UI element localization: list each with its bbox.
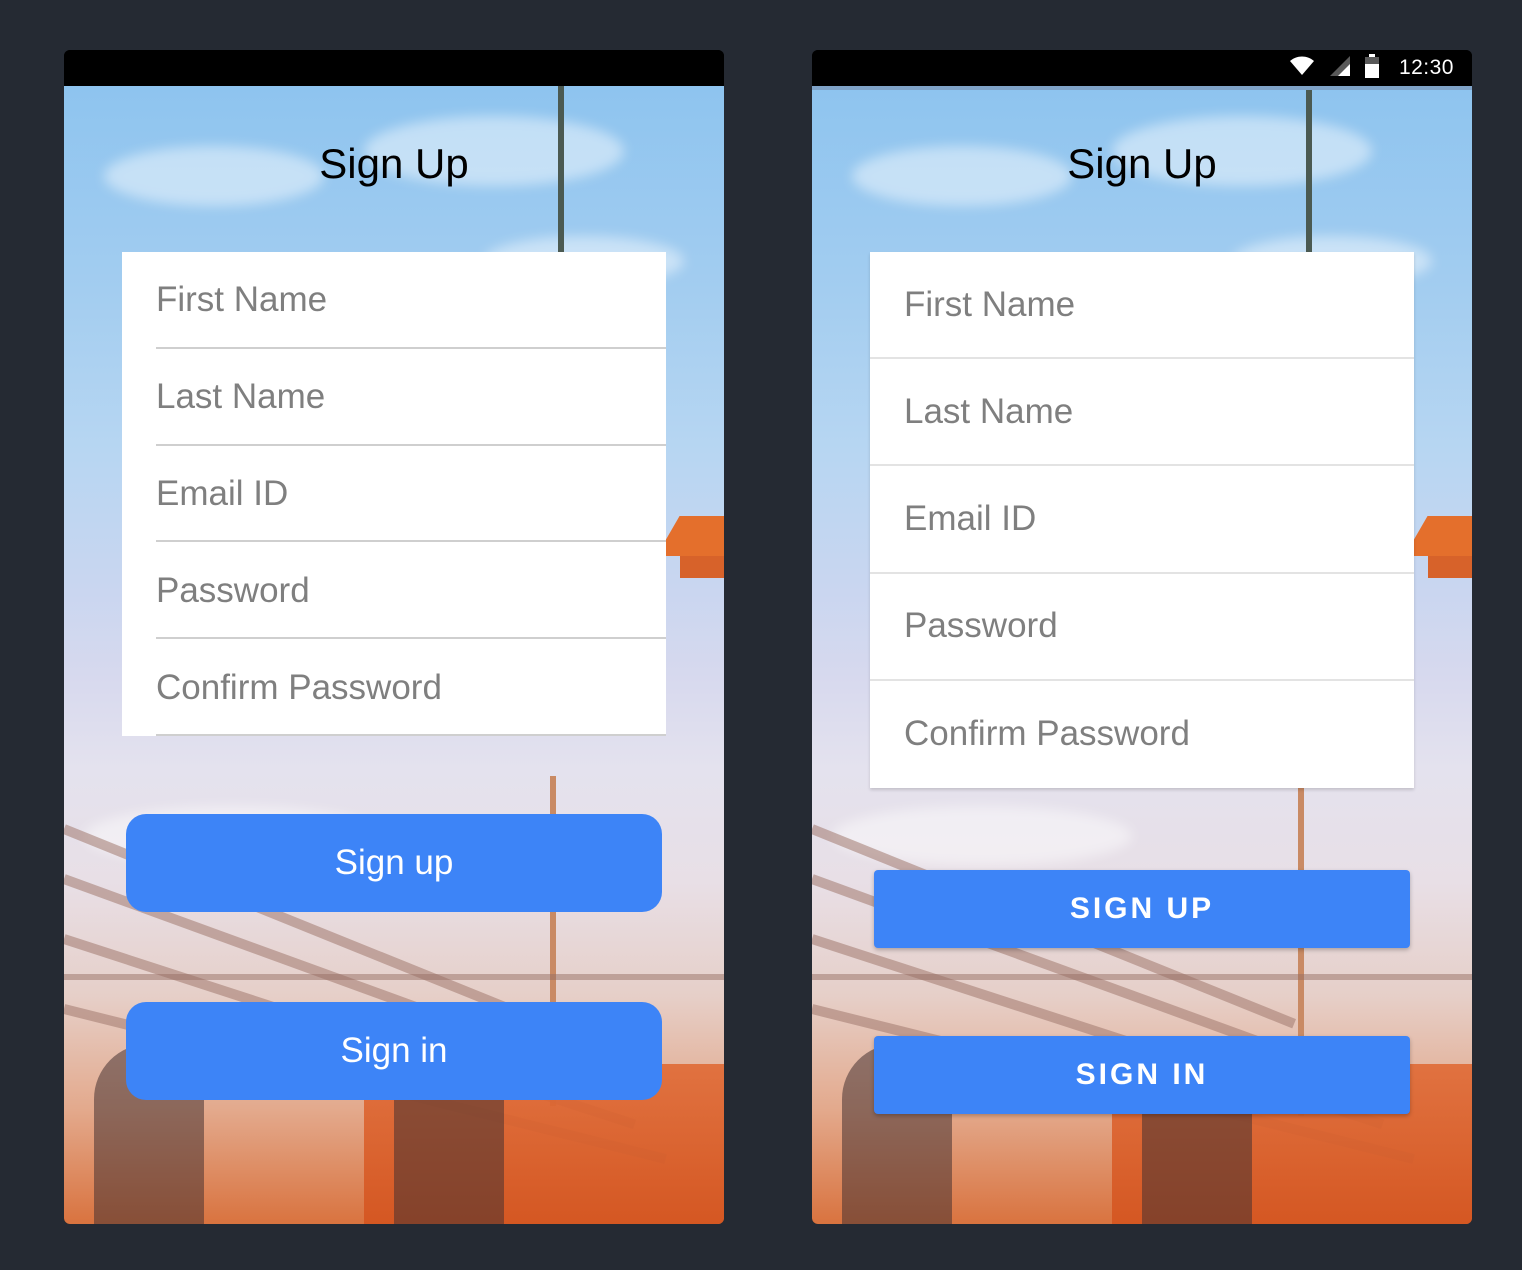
confirm-password-input[interactable]	[904, 680, 1384, 788]
password-row	[870, 573, 1414, 681]
status-time: 12:30	[1398, 56, 1454, 79]
signup-form	[122, 252, 666, 736]
first-name-row	[870, 252, 1414, 360]
battery-icon	[1364, 53, 1379, 83]
page-title: Sign Up	[319, 140, 469, 187]
password-input[interactable]	[156, 542, 636, 640]
email-row	[870, 466, 1414, 574]
confirm-password-row	[122, 639, 666, 736]
status-bar: 12:30	[812, 50, 1472, 90]
sign-up-button[interactable]: Sign up	[126, 814, 662, 912]
password-row	[122, 542, 666, 640]
last-name-input[interactable]	[156, 348, 636, 446]
canvas: Sign Up Sign up Sign in	[0, 0, 1522, 1270]
email-row	[122, 445, 666, 543]
sign-in-button[interactable]: Sign in	[126, 1002, 662, 1100]
confirm-password-input[interactable]	[156, 639, 636, 736]
cell-signal-icon	[1329, 55, 1351, 82]
last-name-input[interactable]	[904, 359, 1384, 465]
first-name-row	[122, 252, 666, 349]
status-bar	[64, 50, 724, 86]
sign-up-button[interactable]: SIGN UP	[874, 870, 1410, 948]
ios-phone-screen: Sign Up Sign up Sign in	[64, 50, 724, 1224]
first-name-input[interactable]	[156, 252, 636, 349]
android-phone-screen: 12:30 Sign Up First Name Last Name Email…	[812, 50, 1472, 1224]
email-input[interactable]	[904, 466, 1384, 572]
last-name-row	[122, 348, 666, 446]
wifi-icon	[1289, 56, 1315, 81]
first-name-input[interactable]	[904, 252, 1384, 358]
signup-form	[870, 252, 1414, 788]
confirm-password-row	[870, 680, 1414, 788]
sign-in-button[interactable]: SIGN IN	[874, 1036, 1410, 1114]
password-input[interactable]	[904, 573, 1384, 679]
last-name-row	[870, 359, 1414, 467]
status-icons: 12:30	[1289, 50, 1454, 86]
email-input[interactable]	[156, 445, 636, 543]
page-title: Sign Up	[1067, 140, 1217, 187]
